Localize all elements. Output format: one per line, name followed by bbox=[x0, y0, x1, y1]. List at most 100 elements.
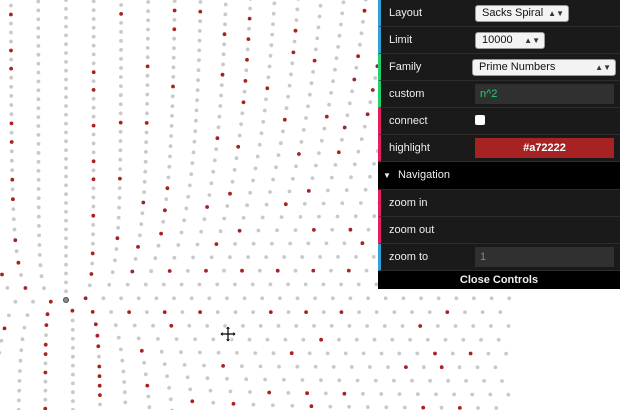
spiral-dot bbox=[245, 57, 249, 62]
spiral-dot bbox=[230, 179, 235, 184]
spiral-dot bbox=[36, 88, 41, 93]
navigation-folder-toggle[interactable]: ▼ Navigation bbox=[378, 162, 620, 190]
spiral-dot bbox=[171, 65, 176, 70]
spiral-dot bbox=[199, 229, 204, 234]
zoom-to-input[interactable]: 1 bbox=[475, 247, 614, 267]
spiral-dot bbox=[36, 79, 41, 84]
spiral-dot bbox=[198, 0, 203, 4]
spiral-dot bbox=[461, 337, 466, 342]
zoom-to-label: zoom to bbox=[389, 251, 429, 263]
spiral-dot bbox=[258, 324, 263, 328]
spiral-dot bbox=[190, 161, 195, 166]
spiral-dot bbox=[337, 33, 342, 38]
spiral-dot bbox=[329, 91, 333, 95]
spiral-dot bbox=[264, 255, 269, 259]
spiral-dot bbox=[205, 376, 210, 381]
spiral-dot bbox=[64, 201, 68, 205]
spiral-dot bbox=[136, 336, 141, 341]
spiral-dot bbox=[244, 68, 249, 73]
spiral-dot bbox=[91, 114, 96, 119]
custom-input[interactable]: n^2 bbox=[475, 84, 614, 104]
spiral-dot bbox=[436, 296, 441, 301]
spiral-dot bbox=[326, 188, 330, 193]
spiral-dot bbox=[9, 39, 13, 44]
spiral-dot bbox=[217, 114, 222, 119]
spiral-dot bbox=[119, 84, 123, 88]
spiral-dot bbox=[274, 165, 278, 170]
spiral-dot bbox=[435, 324, 440, 328]
spiral-dot bbox=[120, 358, 125, 363]
zoom-out-button[interactable]: zoom out bbox=[378, 217, 620, 244]
spiral-dot bbox=[237, 133, 242, 138]
family-label: Family bbox=[389, 61, 422, 73]
spiral-dot bbox=[83, 296, 88, 301]
spiral-dot bbox=[36, 106, 41, 110]
highlight-color-picker[interactable]: #a72222 bbox=[475, 138, 614, 158]
spiral-dot bbox=[113, 258, 117, 263]
spiral-dot bbox=[464, 379, 468, 383]
spiral-dot bbox=[433, 351, 437, 356]
spiral-dot bbox=[159, 231, 164, 236]
connect-checkbox[interactable] bbox=[475, 114, 485, 125]
spiral-dot bbox=[117, 195, 122, 200]
spiral-dot bbox=[242, 296, 247, 301]
spiral-dot bbox=[283, 337, 288, 342]
spiral-dot bbox=[258, 364, 263, 369]
spiral-dot bbox=[64, 77, 68, 82]
spiral-dot bbox=[253, 166, 258, 171]
spiral-dot bbox=[119, 296, 123, 301]
spiral-dot bbox=[64, 236, 68, 241]
spiral-dot bbox=[355, 378, 360, 383]
zoom-in-button[interactable]: zoom in bbox=[378, 190, 620, 217]
spiral-dot bbox=[205, 324, 210, 328]
layout-select[interactable]: Sacks Spiral ▲▼ bbox=[475, 4, 569, 22]
spiral-dot bbox=[486, 351, 491, 356]
spiral-dot bbox=[257, 142, 262, 147]
spiral-dot bbox=[247, 26, 251, 31]
spiral-dot bbox=[64, 254, 68, 258]
spiral-dot bbox=[118, 139, 123, 143]
spiral-dot bbox=[340, 11, 345, 16]
spiral-dot bbox=[241, 100, 246, 105]
spiral-dot bbox=[335, 214, 340, 219]
spiral-dot bbox=[166, 175, 171, 180]
spiral-dot bbox=[10, 177, 15, 182]
spiral-dot bbox=[246, 37, 251, 41]
spiral-dot bbox=[64, 280, 68, 285]
spiral-dot bbox=[145, 73, 150, 78]
spiral-dot bbox=[208, 388, 213, 393]
spiral-dot bbox=[498, 310, 503, 314]
spiral-dot bbox=[10, 187, 15, 192]
spiral-dot bbox=[37, 233, 41, 238]
spiral-dot bbox=[64, 271, 68, 276]
spiral-dot bbox=[36, 26, 41, 30]
close-controls-button[interactable]: Close Controls bbox=[378, 271, 620, 289]
spiral-dot bbox=[443, 337, 448, 342]
spiral-dot bbox=[14, 249, 19, 254]
spiral-dot bbox=[0, 272, 4, 277]
spiral-dot bbox=[48, 299, 53, 304]
spiral-dot bbox=[146, 394, 151, 399]
spiral-dot bbox=[493, 365, 498, 370]
spiral-dot bbox=[373, 378, 378, 383]
spiral-dot bbox=[136, 245, 140, 249]
spiral-dot bbox=[187, 323, 192, 328]
spiral-dot bbox=[18, 358, 23, 363]
spiral-dot bbox=[36, 17, 41, 22]
spiral-dot bbox=[2, 326, 7, 331]
spiral-dot bbox=[419, 296, 423, 301]
spiral-dot bbox=[222, 42, 227, 47]
limit-select[interactable]: 10000 ▲▼ bbox=[475, 31, 545, 49]
spiral-dot bbox=[278, 141, 283, 146]
spiral-dot bbox=[330, 296, 335, 301]
spiral-dot bbox=[368, 100, 373, 104]
spiral-dot bbox=[300, 378, 305, 382]
spiral-dot bbox=[472, 296, 476, 301]
spiral-dot bbox=[334, 56, 339, 61]
spiral-dot bbox=[89, 272, 94, 276]
spiral-dot bbox=[9, 75, 14, 80]
spiral-dot bbox=[64, 139, 68, 144]
family-select[interactable]: Prime Numbers ▲▼ bbox=[472, 58, 616, 76]
spiral-dot bbox=[302, 201, 307, 206]
spiral-dot bbox=[91, 43, 96, 48]
